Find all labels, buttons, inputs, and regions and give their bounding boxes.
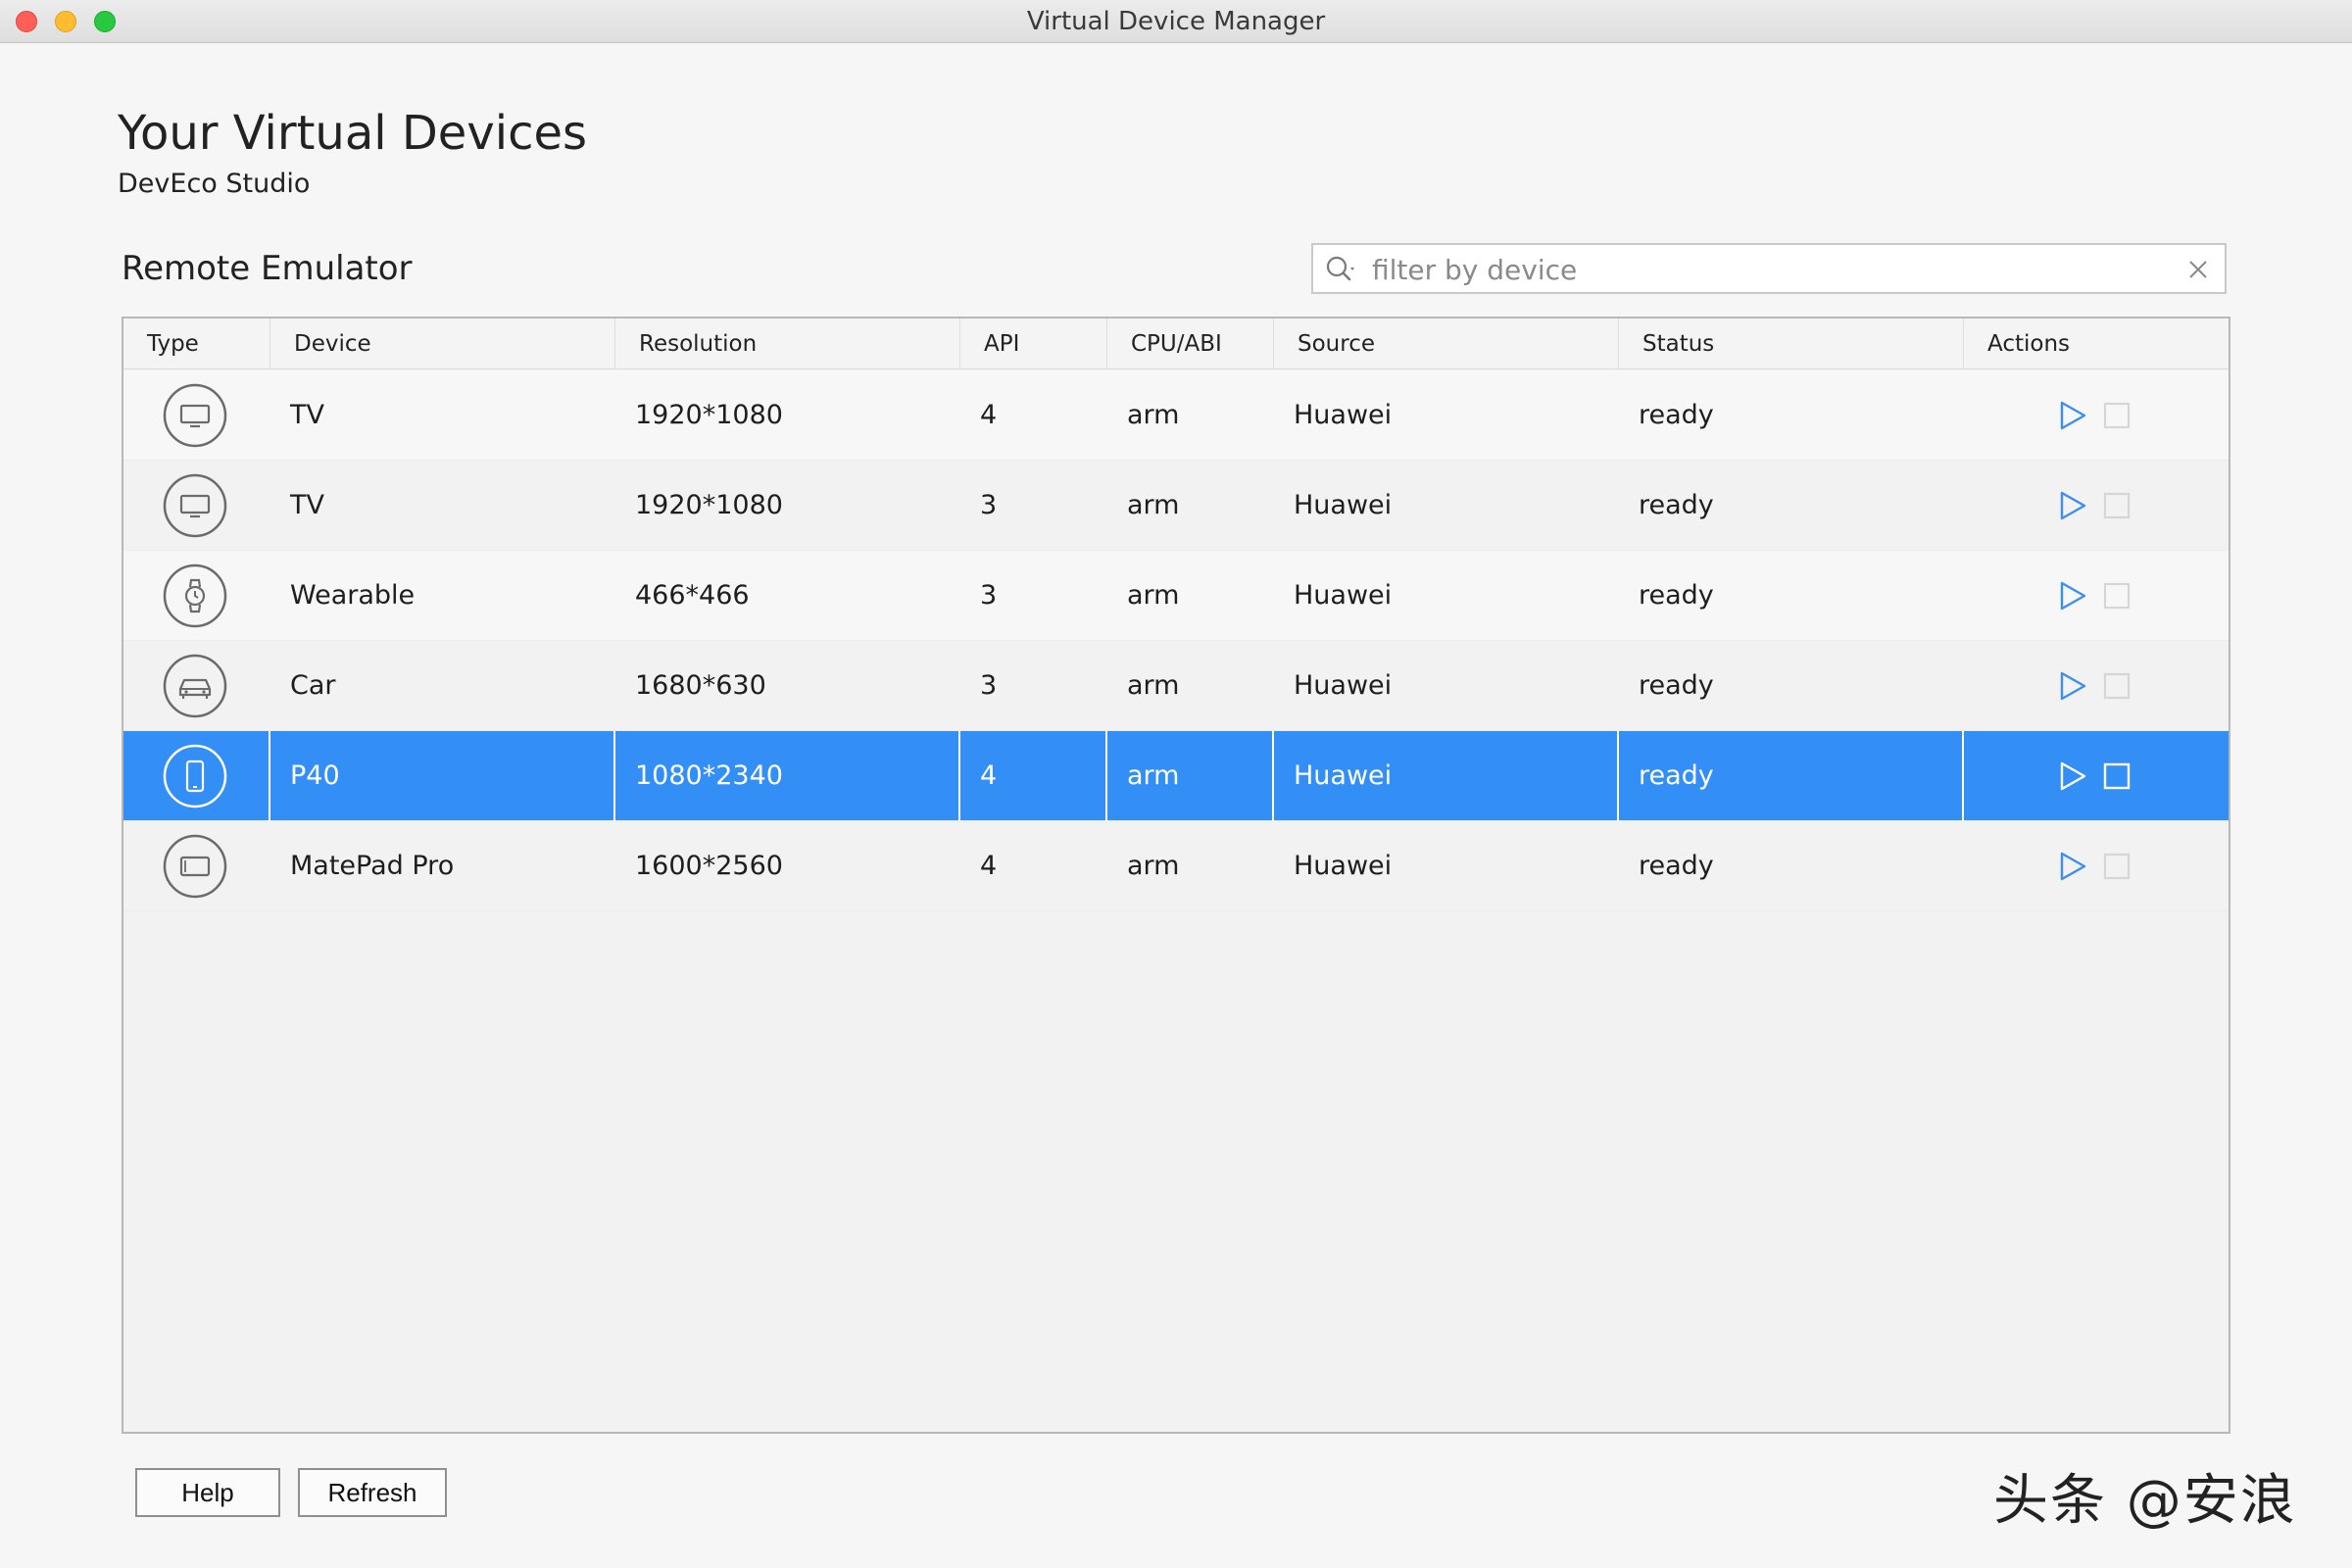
- refresh-button[interactable]: Refresh: [298, 1468, 447, 1517]
- phone-icon: [163, 744, 227, 808]
- watermark: 头条 @安浪: [1993, 1469, 2297, 1533]
- device-table: Type Device Resolution API CPU/ABI Sourc…: [122, 317, 2230, 1434]
- tv-icon: [163, 473, 227, 538]
- device-resolution: 1920*1080: [635, 490, 783, 520]
- tv-icon: [163, 383, 227, 448]
- device-name: Car: [290, 670, 336, 701]
- device-status: ready: [1639, 490, 1714, 520]
- device-status: ready: [1639, 851, 1714, 881]
- stop-icon[interactable]: [2103, 853, 2131, 880]
- stop-icon[interactable]: [2103, 402, 2131, 429]
- stop-icon[interactable]: [2103, 672, 2131, 700]
- car-icon: [163, 654, 227, 718]
- watch-icon: [163, 564, 227, 628]
- device-status: ready: [1639, 580, 1714, 611]
- device-source: Huawei: [1294, 670, 1393, 701]
- device-source: Huawei: [1294, 400, 1393, 430]
- clear-search-icon[interactable]: [2185, 257, 2211, 282]
- tablet-icon: [163, 834, 227, 899]
- device-name: TV: [290, 490, 324, 520]
- device-api: 4: [980, 400, 998, 430]
- play-icon[interactable]: [2058, 670, 2087, 702]
- device-api: 3: [980, 490, 998, 520]
- stop-icon[interactable]: [2103, 582, 2131, 610]
- device-name: Wearable: [290, 580, 416, 611]
- device-name: MatePad Pro: [290, 851, 455, 881]
- table-row[interactable]: Wearable 466*466 3 arm Huawei ready: [123, 551, 2229, 641]
- device-cpu: arm: [1107, 731, 1274, 821]
- device-name: P40: [270, 731, 615, 821]
- device-resolution: 1600*2560: [635, 851, 783, 881]
- column-header-resolution[interactable]: Resolution: [615, 318, 960, 369]
- device-api: 4: [960, 731, 1107, 821]
- device-status: ready: [1639, 670, 1714, 701]
- device-source: Huawei: [1294, 580, 1393, 611]
- column-header-source[interactable]: Source: [1274, 318, 1619, 369]
- help-button[interactable]: Help: [135, 1468, 280, 1517]
- search-icon: [1326, 256, 1354, 281]
- device-cpu: arm: [1127, 580, 1180, 611]
- column-header-cpu-abi[interactable]: CPU/ABI: [1107, 318, 1274, 369]
- device-status: ready: [1619, 731, 1964, 821]
- play-icon[interactable]: [2058, 760, 2087, 792]
- device-status: ready: [1639, 400, 1714, 430]
- stop-icon[interactable]: [2103, 762, 2131, 790]
- play-icon[interactable]: [2058, 851, 2087, 882]
- table-header: Type Device Resolution API CPU/ABI Sourc…: [123, 318, 2229, 369]
- play-icon[interactable]: [2058, 490, 2087, 521]
- table-row[interactable]: MatePad Pro 1600*2560 4 arm Huawei ready: [123, 821, 2229, 911]
- device-cpu: arm: [1127, 490, 1180, 520]
- column-header-type[interactable]: Type: [123, 318, 270, 369]
- play-icon[interactable]: [2058, 580, 2087, 612]
- device-cpu: arm: [1127, 400, 1180, 430]
- device-resolution: 1920*1080: [635, 400, 783, 430]
- table-row[interactable]: TV 1920*1080 3 arm Huawei ready: [123, 461, 2229, 551]
- device-api: 3: [980, 580, 998, 611]
- page-title: Your Virtual Devices: [118, 106, 587, 161]
- device-resolution: 1080*2340: [615, 731, 960, 821]
- device-resolution: 1680*630: [635, 670, 766, 701]
- title-bar: Virtual Device Manager: [0, 0, 2352, 43]
- table-row[interactable]: Car 1680*630 3 arm Huawei ready: [123, 641, 2229, 731]
- column-header-device[interactable]: Device: [270, 318, 615, 369]
- column-header-actions: Actions: [1987, 331, 2071, 357]
- column-header-api[interactable]: API: [960, 318, 1107, 369]
- device-name: TV: [290, 400, 324, 430]
- section-title: Remote Emulator: [122, 249, 413, 288]
- table-row[interactable]: TV 1920*1080 4 arm Huawei ready: [123, 370, 2229, 461]
- play-icon[interactable]: [2058, 400, 2087, 431]
- device-api: 4: [980, 851, 998, 881]
- device-source: Huawei: [1294, 490, 1393, 520]
- column-header-status[interactable]: Status: [1619, 318, 1964, 369]
- window-title: Virtual Device Manager: [1026, 7, 1326, 36]
- page-subtitle: DevEco Studio: [118, 169, 311, 199]
- device-api: 3: [980, 670, 998, 701]
- device-resolution: 466*466: [635, 580, 750, 611]
- stop-icon[interactable]: [2103, 492, 2131, 519]
- device-source: Huawei: [1274, 731, 1619, 821]
- search-input[interactable]: [1372, 251, 2156, 288]
- device-source: Huawei: [1294, 851, 1393, 881]
- device-cpu: arm: [1127, 851, 1180, 881]
- device-cpu: arm: [1127, 670, 1180, 701]
- table-row-selected[interactable]: P40 1080*2340 4 arm Huawei ready: [123, 731, 2229, 821]
- search-box[interactable]: [1311, 243, 2227, 294]
